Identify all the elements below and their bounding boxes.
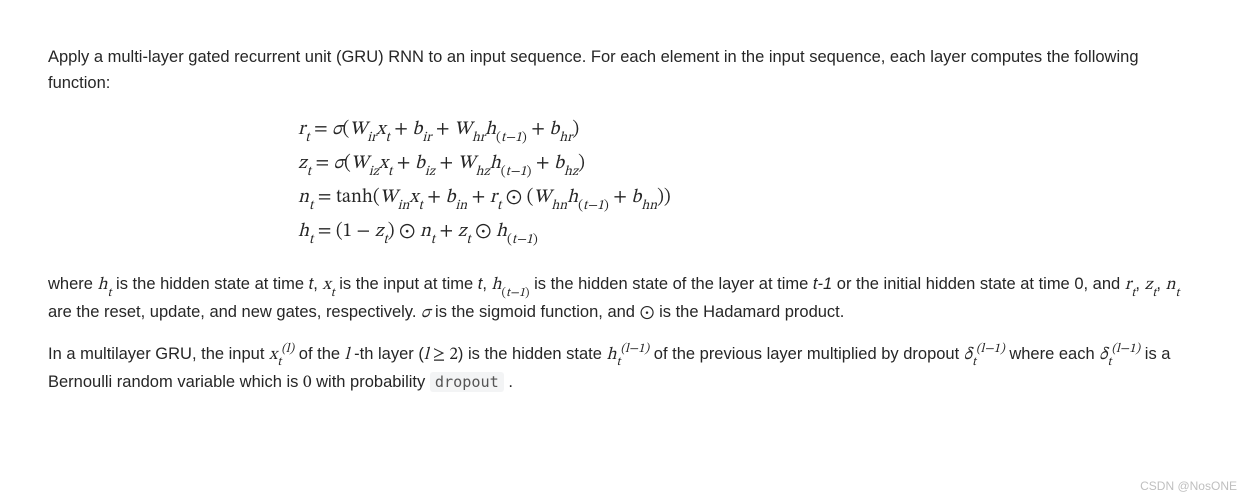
txt: , <box>482 275 491 293</box>
txt: is the input at time <box>335 275 478 293</box>
sym-delta-b: δt(l−1) <box>1099 347 1140 364</box>
sym-zero: 0 <box>303 375 312 392</box>
description-paragraph: where ht is the hidden state at time t, … <box>48 272 1201 328</box>
eq-new-gate: nt = tanh(Winxt + bin + rt ⊙ (Whnh(t−1) … <box>298 182 1201 216</box>
sym-htm1: h(t−1) <box>492 277 530 294</box>
intro-paragraph: Apply a multi-layer gated recurrent unit… <box>48 45 1201 96</box>
sym-rt: rt <box>1125 277 1136 294</box>
txt: is the Hadamard product. <box>655 303 845 321</box>
sym-delta-a: δt(l−1) <box>964 347 1005 364</box>
txt: is the sigmoid function, and <box>430 303 639 321</box>
sym-htlm1: ht(l−1) <box>607 347 650 364</box>
code-dropout: dropout <box>430 372 504 392</box>
sym-xtl: xt(l) <box>269 347 294 364</box>
txt: where <box>48 275 98 293</box>
txt: with probability <box>312 373 430 391</box>
txt: is the hidden state at time <box>111 275 308 293</box>
sym-odot: ⊙ <box>640 305 655 322</box>
sym-zt: zt <box>1144 277 1156 294</box>
watermark: CSDN @NosONE <box>1140 477 1237 496</box>
eq-hidden-state: ht = (1 − zt) ⊙ nt + zt ⊙ h(t−1) <box>298 216 1201 250</box>
sym-cond: l ≥ 2 <box>424 347 458 364</box>
txt: is the hidden state of the layer at time <box>530 275 813 293</box>
gru-equations: rt = σ(Wirxt + bir + Whrh(t−1) + bhr) zt… <box>298 114 1201 250</box>
txt: or the initial hidden state at time 0, a… <box>832 275 1125 293</box>
txt: of the <box>294 345 344 363</box>
txt: -th layer ( <box>350 345 424 363</box>
txt: . <box>504 373 513 391</box>
sym-xt: xt <box>322 277 334 294</box>
txt: ) is the hidden state <box>458 345 607 363</box>
txt: where each <box>1005 345 1099 363</box>
txt: , <box>1156 275 1165 293</box>
multilayer-paragraph: In a multilayer GRU, the input xt(l) of … <box>48 342 1201 398</box>
eq-reset-gate: rt = σ(Wirxt + bir + Whrh(t−1) + bhr) <box>298 114 1201 148</box>
sym-tm1: t-1 <box>813 275 832 293</box>
sym-ht: ht <box>98 277 112 294</box>
eq-update-gate: zt = σ(Wizxt + biz + Whzh(t−1) + bhz) <box>298 148 1201 182</box>
txt: In a multilayer GRU, the input <box>48 345 269 363</box>
txt: are the reset, update, and new gates, re… <box>48 303 421 321</box>
txt: of the previous layer multiplied by drop… <box>649 345 964 363</box>
sym-nt: nt <box>1166 277 1180 294</box>
